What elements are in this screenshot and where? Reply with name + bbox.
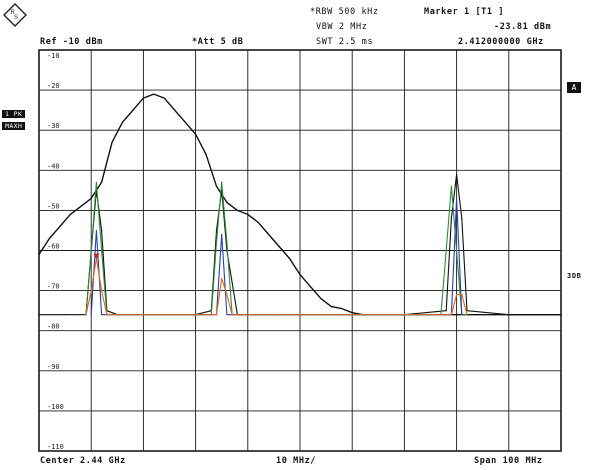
trace-point — [288, 257, 291, 260]
trace-point — [456, 197, 458, 199]
trace-point — [445, 249, 447, 252]
trace-point — [101, 249, 103, 252]
trace-point — [456, 314, 458, 316]
trace-point — [268, 233, 270, 236]
trace-point — [445, 310, 447, 312]
trace-point — [121, 121, 124, 123]
y-tick-label: -10 — [47, 52, 60, 60]
trace-point — [456, 249, 458, 252]
y-tick-label: -40 — [47, 162, 60, 170]
trace-point — [466, 314, 468, 316]
trace-point — [163, 97, 165, 99]
trace-point — [221, 277, 223, 280]
trace-point — [299, 273, 301, 276]
trace-point — [221, 233, 223, 236]
trace-point — [309, 285, 312, 288]
y-tick-label: -70 — [47, 283, 60, 291]
trace-point — [95, 181, 98, 183]
trace-point — [111, 141, 113, 143]
trace-point — [236, 209, 238, 211]
trace-point — [226, 294, 228, 296]
trace-point — [226, 241, 228, 244]
trace-point — [330, 306, 332, 308]
y-tick-label: -20 — [47, 82, 60, 90]
trace-point — [132, 109, 134, 111]
trace-point — [215, 314, 218, 316]
trace-point — [461, 294, 463, 296]
trace-point — [231, 314, 233, 316]
trace-point — [351, 312, 353, 314]
y-tick-label: -110 — [47, 443, 64, 451]
trace-point — [215, 185, 218, 187]
trace-point — [90, 197, 92, 199]
trace-point — [320, 298, 322, 300]
y-tick-label: -50 — [47, 202, 60, 210]
trace-point — [174, 109, 176, 111]
trace-point — [101, 181, 103, 183]
trace-point — [153, 93, 155, 95]
trace-point — [456, 294, 458, 296]
trace-point — [80, 205, 82, 207]
trace-point — [38, 253, 40, 256]
y-tick-label: -90 — [47, 363, 60, 371]
y-tick-label: -100 — [47, 403, 64, 411]
trace-point — [450, 314, 452, 316]
y-tick-label: -60 — [47, 243, 60, 251]
trace-point — [221, 181, 223, 183]
spectrum-plot: -10 -20 -30 -40 -50 -60 -70 -80 -90 -100 -110 — [38, 49, 562, 452]
trace-line-3 — [90, 197, 463, 316]
trace-point — [90, 290, 92, 292]
trace-point — [257, 221, 259, 224]
trace-point — [278, 245, 280, 248]
trace-point — [461, 217, 463, 220]
trace-point — [341, 308, 343, 310]
trace-point — [247, 213, 249, 216]
trace-point — [64, 314, 66, 316]
trace-point — [59, 225, 61, 228]
y-tick-label: -30 — [47, 122, 60, 130]
trace-point — [456, 173, 458, 175]
trace-point — [106, 314, 108, 316]
trace-point — [226, 201, 228, 203]
trace-point — [90, 249, 92, 252]
trace-point — [101, 229, 103, 232]
trace-point — [90, 314, 92, 316]
trace-point — [226, 314, 228, 316]
trace-point — [85, 314, 87, 316]
trace-point — [461, 314, 463, 316]
trace-point — [38, 314, 40, 316]
trace-point — [69, 213, 71, 216]
trace-point — [450, 185, 452, 187]
trace-point — [560, 314, 562, 316]
trace-point — [508, 314, 510, 316]
trace-point — [101, 290, 103, 292]
trace-point — [482, 314, 484, 316]
trace-point — [205, 153, 207, 155]
trace-point — [48, 237, 51, 240]
trace-point — [95, 229, 98, 232]
trace-point — [142, 97, 144, 99]
trace-point — [215, 229, 218, 232]
trace-point — [184, 121, 186, 123]
trace-point — [450, 217, 452, 220]
trace-point — [101, 314, 103, 316]
trace-point — [195, 133, 197, 135]
trace-point — [215, 241, 218, 244]
y-tick-label: -80 — [47, 323, 60, 331]
